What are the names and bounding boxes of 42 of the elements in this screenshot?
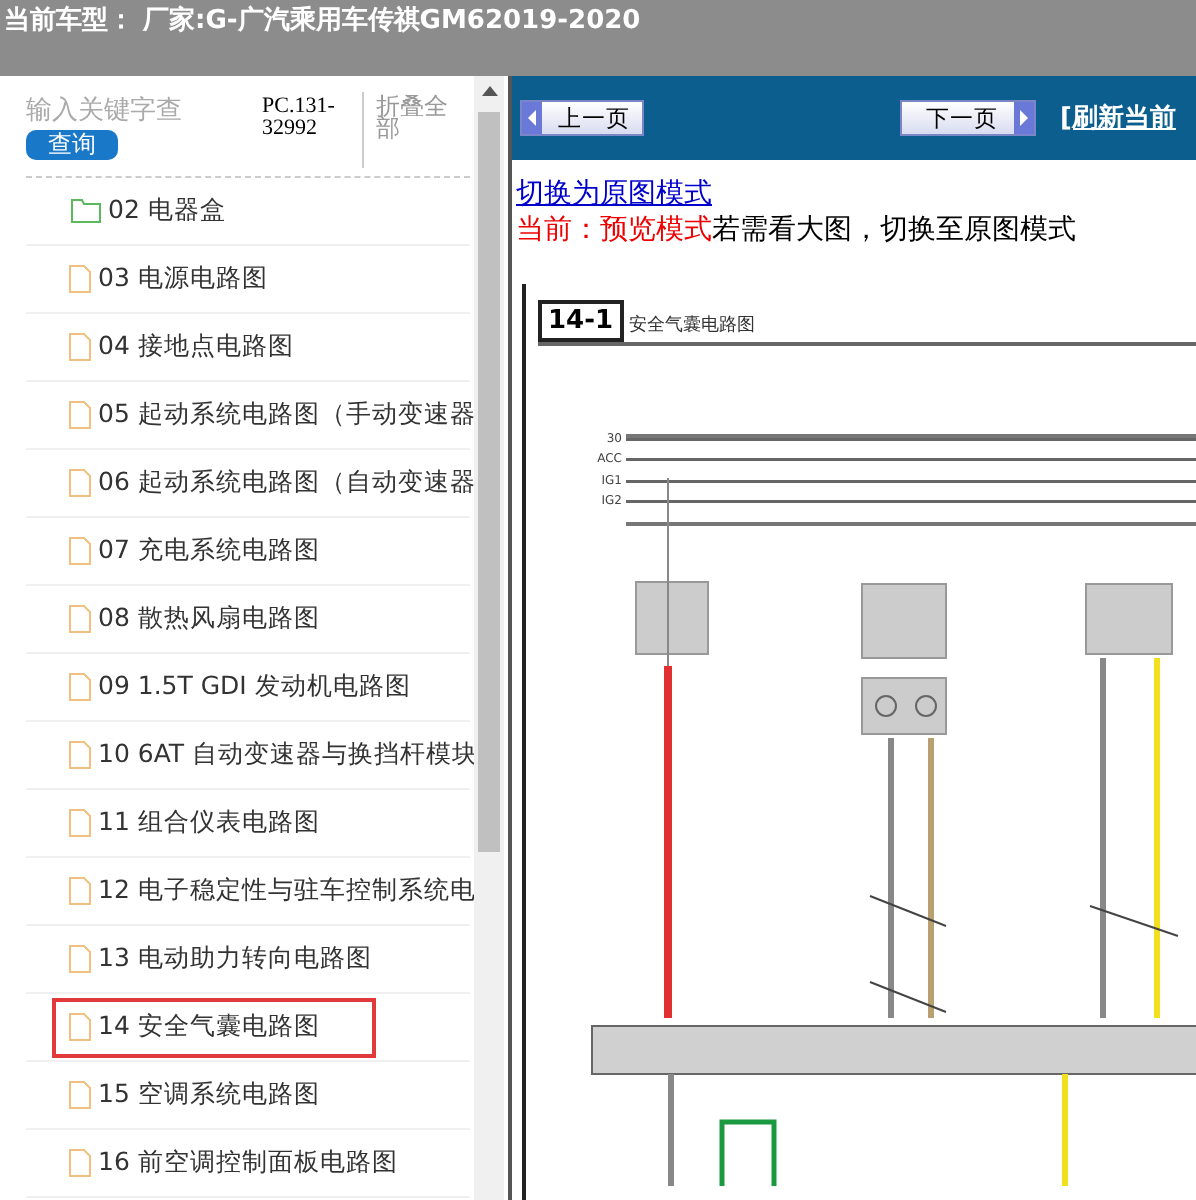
diagram-number: 14-1: [538, 300, 624, 342]
next-page-button[interactable]: 下一页: [900, 100, 1036, 136]
document-icon: [68, 672, 92, 702]
tree-item[interactable]: 03 电源电路图: [56, 253, 272, 305]
refresh-link[interactable]: [刷新当前: [1060, 100, 1176, 136]
document-icon: [68, 400, 92, 430]
tree-item[interactable]: 07 充电系统电路图: [56, 525, 324, 577]
tree-item[interactable]: 05 起动系统电路图（手动变速器: [56, 389, 480, 441]
folder-icon: [70, 198, 102, 224]
tree-item[interactable]: 15 空调系统电路图: [56, 1069, 324, 1121]
document-icon: [68, 808, 92, 838]
mode-status-text: 当前：预览模式若需看大图，切换至原图模式: [516, 212, 1078, 248]
tree-item[interactable]: 11 组合仪表电路图: [56, 797, 324, 849]
tree-item[interactable]: 04 接地点电路图: [56, 321, 298, 373]
document-icon: [68, 536, 92, 566]
scroll-up-icon[interactable]: [481, 86, 497, 96]
document-icon: [68, 604, 92, 634]
diagram-title: 安全气囊电路图: [629, 313, 756, 338]
document-icon: [68, 1080, 92, 1110]
scrollbar-thumb[interactable]: [478, 112, 500, 852]
document-icon: [68, 944, 92, 974]
document-icon: [68, 876, 92, 906]
tree-item[interactable]: 08 散热风扇电路图: [56, 593, 324, 645]
document-icon: [68, 264, 92, 294]
tree-item[interactable]: 13 电动助力转向电路图: [56, 933, 376, 985]
document-icon: [68, 468, 92, 498]
tree-item[interactable]: 02 电器盒: [58, 185, 230, 237]
document-icon: [68, 1012, 92, 1042]
tree-item[interactable]: 14 安全气囊电路图: [56, 1001, 372, 1053]
tree-item[interactable]: 16 前空调控制面板电路图: [56, 1137, 402, 1189]
document-icon: [68, 332, 92, 362]
document-icon: [68, 740, 92, 770]
car-model-title: 当前车型： 厂家:G-广汽乘用车传祺GM62019-2020: [2, 3, 641, 38]
previous-page-button[interactable]: 上一页: [520, 100, 644, 136]
tree-item[interactable]: 10 6AT 自动变速器与换挡杆模块: [56, 729, 483, 781]
tree-item[interactable]: 06 起动系统电路图（自动变速器: [56, 457, 480, 509]
tree-item[interactable]: 12 电子稳定性与驻车控制系统电: [56, 865, 480, 917]
document-icon: [68, 1148, 92, 1178]
switch-mode-link[interactable]: 切换为原图模式: [516, 176, 1196, 212]
tree-item[interactable]: 09 1.5T GDI 发动机电路图: [56, 661, 415, 713]
code-text: PC.131-32992: [262, 92, 364, 168]
search-button[interactable]: 查询: [26, 130, 118, 160]
